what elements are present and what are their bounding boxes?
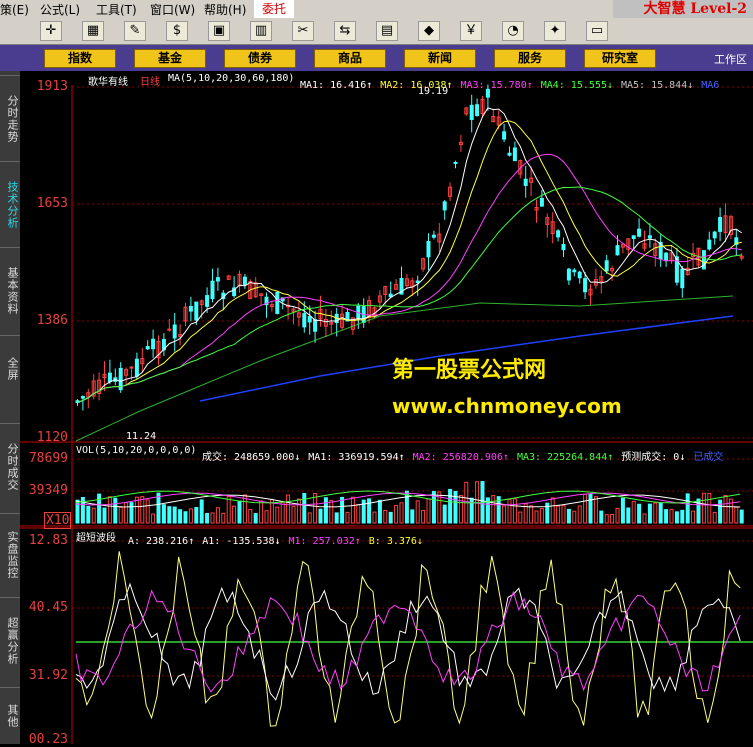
header-value: A1: -135.538↓ [202,536,281,547]
ma-spec: MA(5,10,20,30,60,180) [168,73,295,84]
sidebar-tab-6[interactable]: 超赢分析 [2,601,19,681]
grid-icon[interactable]: ▦ [82,21,104,41]
menu-strategy[interactable]: 策(E) [0,1,29,18]
header-value: B: 3.376↓ [368,536,423,547]
nav-commodity-button[interactable]: 商品 [314,49,386,68]
menu-window[interactable]: 窗口(W) [150,1,195,18]
header-value: MA5: 15.844↓ [621,80,694,91]
cash-icon[interactable]: ￥ [460,21,482,41]
ticker-icon[interactable]: ▣ [208,21,230,41]
sidebar: 分时走势技术分析基本资料全屏分时成交实盘监控超赢分析其他 [0,71,20,744]
sidebar-tab-7[interactable]: 其他 [2,691,19,741]
toolbar: ✛ ▦ ✎ $ ▣ ▥ ✂ ⇆ ▤ ◆ ￥ ◔ ✦ ▭ [0,18,753,45]
volume-values: 成交: 248659.000↓ MA1: 336919.594↑ MA2: 2568… [202,445,731,464]
sidebar-tab-0[interactable]: 分时走势 [2,79,19,159]
header-value: 已成交 [693,452,724,463]
watermark-title: 第一股票公式网 [392,358,547,383]
indicator-name: 超短波段 [76,533,116,544]
star-icon[interactable]: ✦ [544,21,566,41]
sidebar-tab-5[interactable]: 实盘监控 [2,517,19,593]
trust-button[interactable]: 委托 [254,0,294,18]
nav-news-button[interactable]: 新闻 [404,49,476,68]
ruler-icon[interactable]: ✎ [124,21,146,41]
tools-icon[interactable]: ✂ [292,21,314,41]
crosshair-icon[interactable]: ✛ [40,21,62,41]
moving-average-lines [75,107,742,442]
volume-unit: X10 [44,512,72,529]
brand-logo: 大智慧 Level-2 [613,0,753,18]
header-value: MA3: 15.780↑ [460,80,533,91]
volume-bars [75,481,744,524]
chart-area[interactable] [20,71,753,744]
indicator-lines [75,551,753,727]
price-axis-tick: 1653 [36,196,68,211]
menu-bar: 策(E) 公式(L) 工具(T) 窗口(W) 帮助(H) 委托 大智慧 Leve… [0,0,753,19]
chart-icon[interactable]: ▥ [250,21,272,41]
header-value: M1: 257.032↑ [288,536,361,547]
sidebar-tab-3[interactable]: 全屏 [2,339,19,399]
header-value: MA2: 256820.906↑ [412,452,509,463]
nav-fund-button[interactable]: 基金 [134,49,206,68]
stock-name: 歌华有线 [88,77,128,88]
sidebar-tab-2[interactable]: 基本资料 [2,251,19,331]
header-value: MA1: 336919.594↑ [308,452,405,463]
nav-bond-button[interactable]: 债券 [224,49,296,68]
menu-formula[interactable]: 公式(L) [40,1,80,18]
indicator-axis-tick: 40.45 [28,600,68,615]
price-axis-tick: 1386 [36,313,68,328]
high-marker: 19.19 [418,86,449,97]
header-value: A: 238.216↑ [128,536,195,547]
dollar-icon[interactable]: $ [166,21,188,41]
watermark-url: www.chnmoney.com [392,394,622,418]
layout-icon[interactable]: ▭ [586,21,608,41]
indicator-axis-tick: 12.83 [28,533,68,548]
volume-axis-tick: 39349 [28,483,68,498]
low-marker: 11.24 [126,431,157,442]
indicator-axis-tick: 31.92 [28,668,68,683]
chart-period[interactable]: 日线 [140,73,160,88]
table-icon[interactable]: ▤ [376,21,398,41]
workarea-label[interactable]: 工作区 [714,51,747,67]
volume-spec: VOL(5,10,20,0,0,0,0) [76,445,197,456]
nav-index-button[interactable]: 指数 [44,49,116,68]
header-value: MA3: 225264.844↑ [516,452,614,463]
sidebar-tab-4[interactable]: 分时成交 [2,427,19,507]
nav-research-button[interactable]: 研究室 [584,49,656,68]
price-axis-tick: 1913 [36,79,68,94]
transfer-icon[interactable]: ⇆ [334,21,356,41]
indicator-values: A: 238.216↑ A1: -135.538↓ M1: 257.032↑ B: 3… [128,529,431,548]
price-axis-tick: 1120 [36,430,68,445]
header-value: 预测成交: 0↓ [621,452,686,463]
nav-service-button[interactable]: 服务 [494,49,566,68]
ma-values: MA1: 16.416↑ MA2: 16.038↑ MA3: 15.780↑ MA4:… [300,73,727,91]
sidebar-tab-1[interactable]: 技术分析 [2,165,19,245]
pie-icon[interactable]: ◔ [502,21,524,41]
menu-help[interactable]: 帮助(H) [204,1,246,18]
menu-tools[interactable]: 工具(T) [96,1,137,18]
volume-axis-tick: 78699 [28,451,68,466]
header-value: MA1: 16.416↑ [300,80,373,91]
header-value: 成交: 248659.000↓ [202,452,301,463]
header-value: MA4: 15.555↓ [540,80,613,91]
header-value: MA6 [701,80,720,91]
nav-bar: 指数 基金 债券 商品 新闻 服务 研究室 工作区 [0,45,753,71]
indicator-axis-tick: 00.23 [28,732,68,747]
diamond-icon[interactable]: ◆ [418,21,440,41]
